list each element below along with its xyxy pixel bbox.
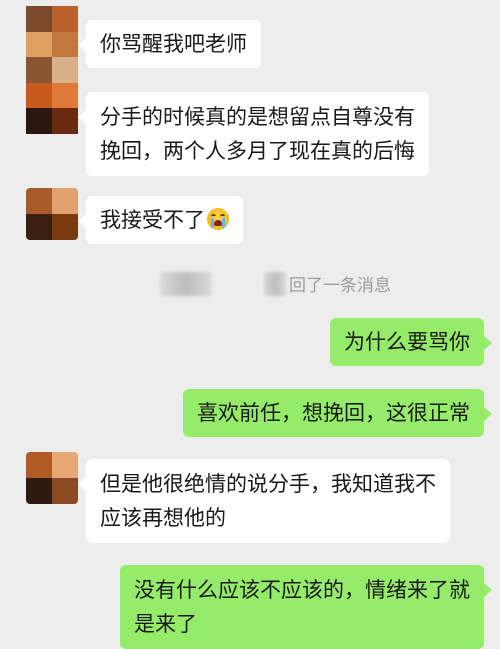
message-bubble-4: 为什么要骂你 xyxy=(330,318,492,366)
message-text-line-1: 没有什么应该不应该的，情绪来了就 xyxy=(134,578,470,602)
message-text-line-2: 应该再想他的 xyxy=(100,506,226,530)
message-bubble-7: 没有什么应该不应该的，情绪来了就 是来了 xyxy=(120,565,492,649)
contact-avatar[interactable] xyxy=(26,188,78,240)
message-text: 我接受不了 xyxy=(100,208,205,232)
message-bubble-6: 但是他很绝情的说分手，我知道我不 应该再想他的 xyxy=(78,459,450,543)
message-bubble-5: 喜欢前任，想挽回，这很正常 xyxy=(183,389,492,437)
blurred-name xyxy=(160,272,212,296)
message-bubble-2: 分手的时候真的是想留点自尊没有 挽回，两个人多月了现在真的后悔 xyxy=(78,92,429,176)
message-text-line-1: 但是他很绝情的说分手，我知道我不 xyxy=(100,472,436,496)
message-text: 为什么要骂你 xyxy=(344,330,470,354)
message-text-line-1: 分手的时候真的是想留点自尊没有 xyxy=(100,105,415,129)
message-text: 你骂醒我吧老师 xyxy=(100,32,247,56)
message-text: 喜欢前任，想挽回，这很正常 xyxy=(197,401,470,425)
message-text-line-2: 是来了 xyxy=(134,612,197,636)
message-bubble-1: 你骂醒我吧老师 xyxy=(78,20,261,68)
crying-face-emoji-icon xyxy=(207,208,229,230)
message-bubble-3: 我接受不了 xyxy=(78,196,243,244)
recall-notice-text: 回了一条消息 xyxy=(289,276,391,296)
blurred-name xyxy=(264,272,286,296)
contact-avatar[interactable] xyxy=(26,452,78,504)
message-text-line-2: 挽回，两个人多月了现在真的后悔 xyxy=(100,139,415,163)
contact-avatar[interactable] xyxy=(26,6,78,134)
